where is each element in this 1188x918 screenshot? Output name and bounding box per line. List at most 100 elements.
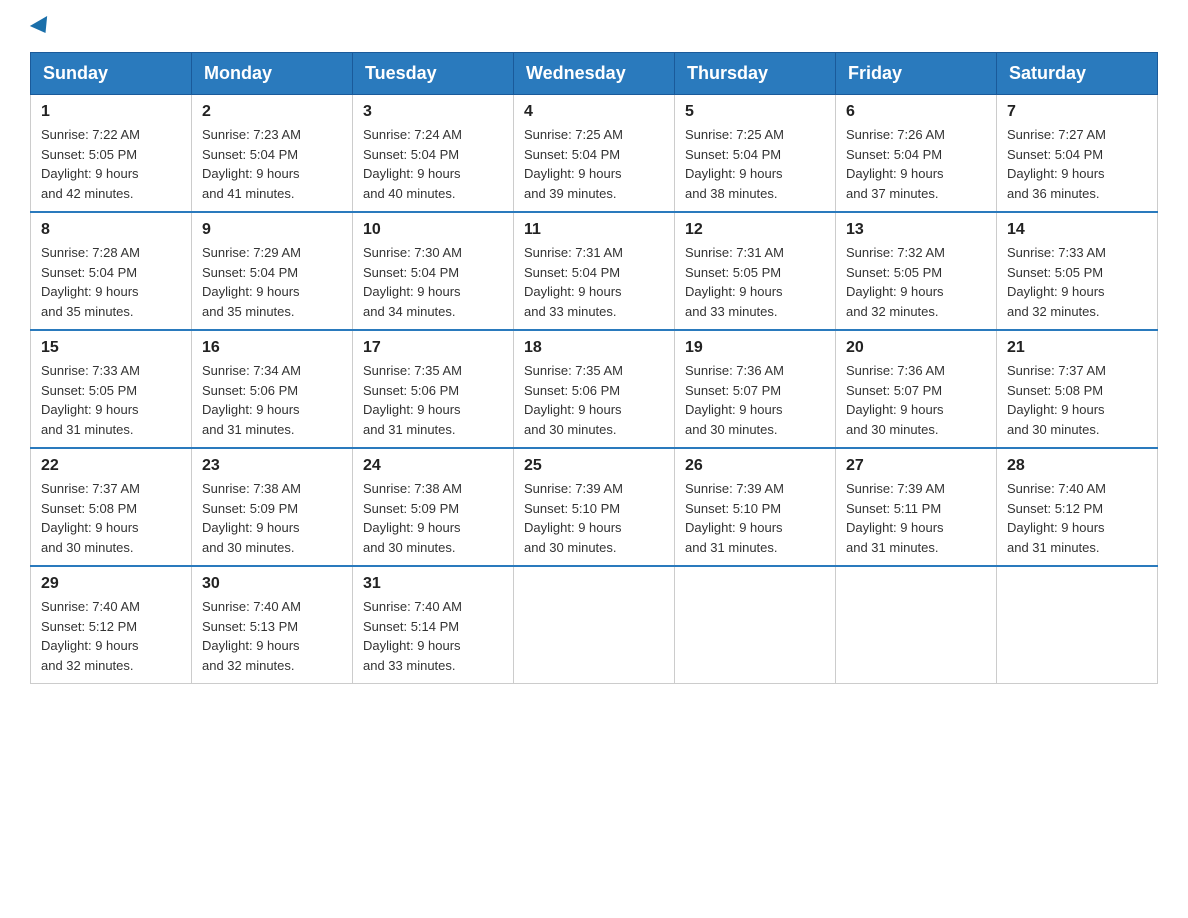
day-number: 14 [1007,221,1147,239]
day-cell: 27 Sunrise: 7:39 AMSunset: 5:11 PMDaylig… [836,448,997,566]
day-number: 27 [846,457,986,475]
day-info: Sunrise: 7:35 AMSunset: 5:06 PMDaylight:… [524,363,623,437]
day-cell: 7 Sunrise: 7:27 AMSunset: 5:04 PMDayligh… [997,95,1158,213]
day-info: Sunrise: 7:36 AMSunset: 5:07 PMDaylight:… [685,363,784,437]
day-cell: 12 Sunrise: 7:31 AMSunset: 5:05 PMDaylig… [675,212,836,330]
day-number: 10 [363,221,503,239]
day-info: Sunrise: 7:36 AMSunset: 5:07 PMDaylight:… [846,363,945,437]
day-cell: 23 Sunrise: 7:38 AMSunset: 5:09 PMDaylig… [192,448,353,566]
day-number: 20 [846,339,986,357]
day-info: Sunrise: 7:38 AMSunset: 5:09 PMDaylight:… [202,481,301,555]
day-number: 4 [524,103,664,121]
day-number: 19 [685,339,825,357]
logo [30,20,52,34]
day-cell: 21 Sunrise: 7:37 AMSunset: 5:08 PMDaylig… [997,330,1158,448]
calendar-table: SundayMondayTuesdayWednesdayThursdayFrid… [30,52,1158,684]
day-info: Sunrise: 7:38 AMSunset: 5:09 PMDaylight:… [363,481,462,555]
day-info: Sunrise: 7:33 AMSunset: 5:05 PMDaylight:… [1007,245,1106,319]
day-cell [514,566,675,684]
day-info: Sunrise: 7:39 AMSunset: 5:10 PMDaylight:… [524,481,623,555]
day-cell: 16 Sunrise: 7:34 AMSunset: 5:06 PMDaylig… [192,330,353,448]
day-info: Sunrise: 7:27 AMSunset: 5:04 PMDaylight:… [1007,127,1106,201]
day-info: Sunrise: 7:35 AMSunset: 5:06 PMDaylight:… [363,363,462,437]
day-info: Sunrise: 7:30 AMSunset: 5:04 PMDaylight:… [363,245,462,319]
day-info: Sunrise: 7:33 AMSunset: 5:05 PMDaylight:… [41,363,140,437]
day-info: Sunrise: 7:24 AMSunset: 5:04 PMDaylight:… [363,127,462,201]
day-number: 3 [363,103,503,121]
day-cell: 26 Sunrise: 7:39 AMSunset: 5:10 PMDaylig… [675,448,836,566]
day-cell: 18 Sunrise: 7:35 AMSunset: 5:06 PMDaylig… [514,330,675,448]
day-info: Sunrise: 7:29 AMSunset: 5:04 PMDaylight:… [202,245,301,319]
day-number: 12 [685,221,825,239]
day-number: 18 [524,339,664,357]
day-number: 31 [363,575,503,593]
day-cell: 28 Sunrise: 7:40 AMSunset: 5:12 PMDaylig… [997,448,1158,566]
day-info: Sunrise: 7:39 AMSunset: 5:10 PMDaylight:… [685,481,784,555]
day-cell: 15 Sunrise: 7:33 AMSunset: 5:05 PMDaylig… [31,330,192,448]
day-info: Sunrise: 7:40 AMSunset: 5:13 PMDaylight:… [202,599,301,673]
calendar-header-row: SundayMondayTuesdayWednesdayThursdayFrid… [31,53,1158,95]
day-cell: 8 Sunrise: 7:28 AMSunset: 5:04 PMDayligh… [31,212,192,330]
day-info: Sunrise: 7:31 AMSunset: 5:04 PMDaylight:… [524,245,623,319]
day-info: Sunrise: 7:40 AMSunset: 5:12 PMDaylight:… [41,599,140,673]
day-info: Sunrise: 7:32 AMSunset: 5:05 PMDaylight:… [846,245,945,319]
day-info: Sunrise: 7:39 AMSunset: 5:11 PMDaylight:… [846,481,945,555]
day-number: 21 [1007,339,1147,357]
header-wednesday: Wednesday [514,53,675,95]
header-saturday: Saturday [997,53,1158,95]
day-info: Sunrise: 7:23 AMSunset: 5:04 PMDaylight:… [202,127,301,201]
day-number: 24 [363,457,503,475]
day-cell: 17 Sunrise: 7:35 AMSunset: 5:06 PMDaylig… [353,330,514,448]
day-cell [675,566,836,684]
day-info: Sunrise: 7:40 AMSunset: 5:14 PMDaylight:… [363,599,462,673]
day-number: 13 [846,221,986,239]
day-info: Sunrise: 7:34 AMSunset: 5:06 PMDaylight:… [202,363,301,437]
day-cell: 25 Sunrise: 7:39 AMSunset: 5:10 PMDaylig… [514,448,675,566]
day-number: 5 [685,103,825,121]
day-number: 22 [41,457,181,475]
week-row-4: 22 Sunrise: 7:37 AMSunset: 5:08 PMDaylig… [31,448,1158,566]
day-cell [836,566,997,684]
header-sunday: Sunday [31,53,192,95]
day-number: 7 [1007,103,1147,121]
day-info: Sunrise: 7:25 AMSunset: 5:04 PMDaylight:… [524,127,623,201]
day-cell: 1 Sunrise: 7:22 AMSunset: 5:05 PMDayligh… [31,95,192,213]
day-cell: 29 Sunrise: 7:40 AMSunset: 5:12 PMDaylig… [31,566,192,684]
day-cell: 11 Sunrise: 7:31 AMSunset: 5:04 PMDaylig… [514,212,675,330]
week-row-1: 1 Sunrise: 7:22 AMSunset: 5:05 PMDayligh… [31,95,1158,213]
day-number: 17 [363,339,503,357]
day-info: Sunrise: 7:40 AMSunset: 5:12 PMDaylight:… [1007,481,1106,555]
day-info: Sunrise: 7:37 AMSunset: 5:08 PMDaylight:… [1007,363,1106,437]
day-number: 11 [524,221,664,239]
day-number: 25 [524,457,664,475]
day-info: Sunrise: 7:26 AMSunset: 5:04 PMDaylight:… [846,127,945,201]
day-cell [997,566,1158,684]
day-cell: 22 Sunrise: 7:37 AMSunset: 5:08 PMDaylig… [31,448,192,566]
day-cell: 10 Sunrise: 7:30 AMSunset: 5:04 PMDaylig… [353,212,514,330]
day-cell: 20 Sunrise: 7:36 AMSunset: 5:07 PMDaylig… [836,330,997,448]
day-number: 26 [685,457,825,475]
day-number: 30 [202,575,342,593]
header-tuesday: Tuesday [353,53,514,95]
day-number: 9 [202,221,342,239]
day-cell: 9 Sunrise: 7:29 AMSunset: 5:04 PMDayligh… [192,212,353,330]
day-number: 23 [202,457,342,475]
day-info: Sunrise: 7:31 AMSunset: 5:05 PMDaylight:… [685,245,784,319]
day-cell: 3 Sunrise: 7:24 AMSunset: 5:04 PMDayligh… [353,95,514,213]
header-thursday: Thursday [675,53,836,95]
logo-triangle-icon [30,16,54,38]
day-info: Sunrise: 7:25 AMSunset: 5:04 PMDaylight:… [685,127,784,201]
week-row-3: 15 Sunrise: 7:33 AMSunset: 5:05 PMDaylig… [31,330,1158,448]
day-cell: 14 Sunrise: 7:33 AMSunset: 5:05 PMDaylig… [997,212,1158,330]
day-info: Sunrise: 7:37 AMSunset: 5:08 PMDaylight:… [41,481,140,555]
week-row-5: 29 Sunrise: 7:40 AMSunset: 5:12 PMDaylig… [31,566,1158,684]
day-cell: 30 Sunrise: 7:40 AMSunset: 5:13 PMDaylig… [192,566,353,684]
day-cell: 5 Sunrise: 7:25 AMSunset: 5:04 PMDayligh… [675,95,836,213]
day-cell: 4 Sunrise: 7:25 AMSunset: 5:04 PMDayligh… [514,95,675,213]
day-number: 28 [1007,457,1147,475]
day-number: 6 [846,103,986,121]
day-info: Sunrise: 7:22 AMSunset: 5:05 PMDaylight:… [41,127,140,201]
day-info: Sunrise: 7:28 AMSunset: 5:04 PMDaylight:… [41,245,140,319]
header-monday: Monday [192,53,353,95]
page-header [30,20,1158,34]
